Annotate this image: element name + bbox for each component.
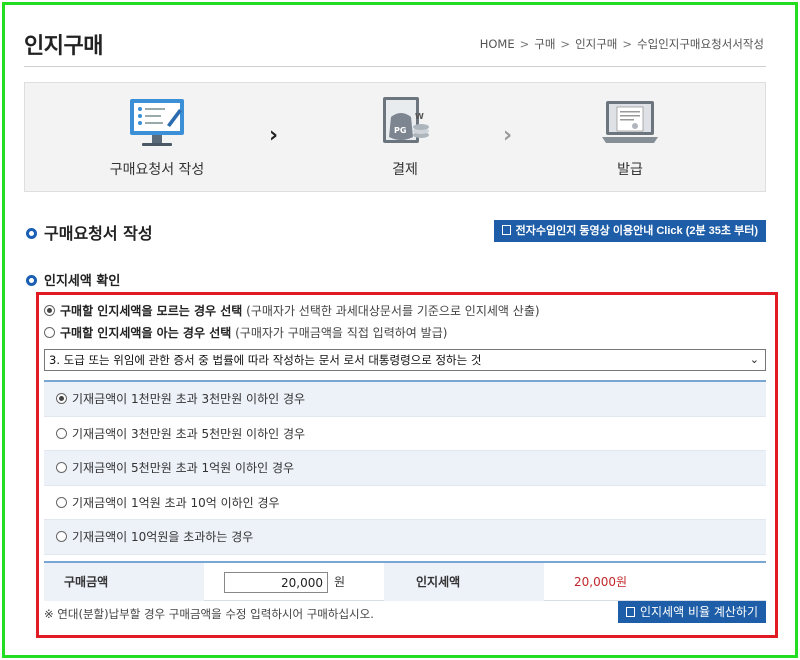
step-label: 구매요청서 작성 (109, 162, 205, 178)
document-icon (625, 606, 635, 617)
amount-summary-row: 구매금액 원 인지세액 20,000원 (44, 561, 766, 601)
radio-button-checked[interactable] (56, 393, 67, 404)
mode-unknown-amount[interactable]: 구매할 인지세액을 모르는 경우 선택 (구매자가 선택한 과세대상문서를 기준… (44, 302, 540, 319)
amount-range-option[interactable]: 기재금액이 1억원 초과 10억 이하인 경우 (44, 485, 766, 521)
breadcrumb-separator: > (622, 37, 633, 51)
radio-button-checked[interactable] (44, 305, 55, 316)
stamp-tax-title: 인지세액 확인 (26, 270, 120, 289)
radio-button[interactable] (44, 327, 55, 338)
chevron-down-icon: ⌄ (749, 353, 759, 366)
radio-button[interactable] (56, 462, 67, 474)
svg-text:W: W (415, 112, 424, 121)
title-divider (24, 66, 766, 67)
amount-range-option[interactable]: 기재금액이 3천만원 초과 5천만원 이하인 경우 (44, 416, 766, 452)
circle-bullet-icon (26, 228, 37, 239)
chevron-right-icon: › (269, 123, 279, 148)
breadcrumb-separator: > (560, 37, 571, 51)
breadcrumb-home[interactable]: HOME (480, 37, 515, 51)
process-steps: 구매요청서 작성 › PG W 결제 › 발급 (24, 82, 766, 192)
section-title: 구매요청서 작성 (26, 220, 153, 244)
breadcrumb-purchase[interactable]: 구매 (534, 37, 555, 51)
purchase-amount-label: 구매금액 (44, 563, 204, 601)
amount-range-option[interactable]: 기재금액이 1천만원 초과 3천만원 이하인 경우 (44, 382, 766, 417)
document-type-select[interactable]: 3. 도급 또는 위임에 관한 증서 중 법률에 따라 작성하는 문서 로서 대… (44, 349, 766, 371)
amount-unit: 원 (334, 575, 346, 589)
amount-range-options: 기재금액이 1천만원 초과 3천만원 이하인 경우 기재금액이 3천만원 초과 … (44, 380, 766, 555)
breadcrumb: HOME > 구매 > 인지구매 > 수입인지구매요청서서작성 (480, 36, 764, 52)
radio-button[interactable] (56, 531, 67, 543)
video-guide-button[interactable]: 전자수입인지 동영상 이용안내 Click (2분 35초 부터) (493, 220, 766, 242)
purchase-amount-input[interactable] (224, 572, 328, 593)
step-request-form: 구매요청서 작성 (87, 83, 227, 193)
installment-note: ※ 연대(분할)납부할 경우 구매금액을 수정 입력하시어 구매하십시오. (44, 607, 374, 621)
step-label: 발급 (617, 162, 643, 178)
breadcrumb-separator: > (519, 37, 530, 51)
step-label: 결제 (392, 162, 418, 178)
chevron-right-icon: › (503, 123, 513, 148)
payment-bag-icon: PG W (383, 97, 429, 143)
breadcrumb-stamp-purchase[interactable]: 인지구매 (575, 37, 617, 51)
document-icon (501, 225, 511, 236)
page-title: 인지구매 (24, 34, 103, 59)
calculate-tax-rate-button[interactable]: 인지세액 비율 계산하기 (617, 601, 766, 623)
amount-range-option[interactable]: 기재금액이 5천만원 초과 1억원 이하인 경우 (44, 451, 766, 486)
laptop-document-icon (602, 101, 658, 143)
monitor-form-icon (130, 99, 184, 146)
stamp-tax-value: 20,000원 (574, 575, 628, 589)
step-issue: 발급 (560, 83, 700, 193)
svg-text:PG: PG (394, 126, 406, 135)
radio-button[interactable] (56, 496, 67, 508)
circle-bullet-icon (26, 275, 37, 286)
stamp-tax-label: 인지세액 (384, 563, 544, 601)
breadcrumb-current: 수입인지구매요청서서작성 (637, 37, 764, 51)
step-payment: PG W 결제 (335, 83, 475, 193)
mode-known-amount[interactable]: 구매할 인지세액을 아는 경우 선택 (구매자가 구매금액을 직접 입력하여 발… (44, 324, 447, 341)
amount-range-option[interactable]: 기재금액이 10억원을 초과하는 경우 (44, 520, 766, 555)
radio-button[interactable] (56, 427, 67, 439)
